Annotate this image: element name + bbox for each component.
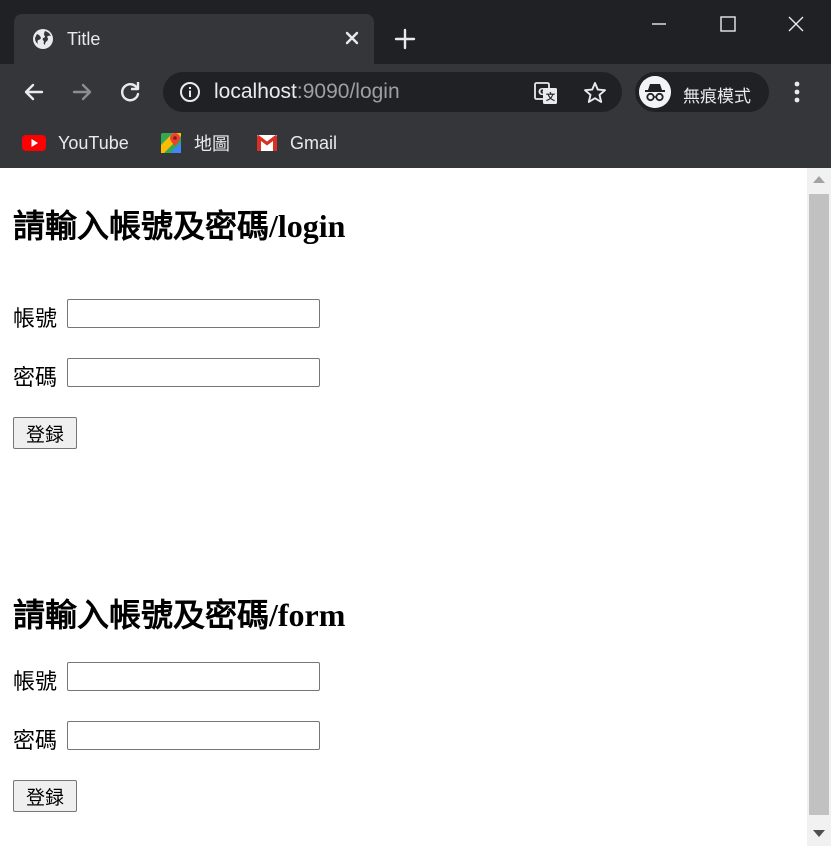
- title-bar: Title: [0, 0, 831, 64]
- scrollbar-thumb[interactable]: [809, 194, 829, 815]
- globe-icon: [33, 29, 53, 49]
- login-submit-button[interactable]: 登録: [13, 417, 77, 449]
- bookmarks-bar: YouTube 地圖 Gmail: [0, 120, 831, 168]
- incognito-label: 無痕模式: [683, 87, 751, 106]
- form-form-heading: 請輸入帳號及密碼/form: [13, 597, 346, 633]
- bookmark-gmail[interactable]: Gmail: [256, 130, 337, 156]
- svg-text:G: G: [538, 87, 546, 98]
- more-menu-icon[interactable]: [785, 78, 809, 106]
- login-form-heading: 請輸入帳號及密碼/login: [13, 208, 346, 244]
- youtube-icon: [22, 135, 46, 151]
- forward-arrow-icon[interactable]: [68, 78, 96, 106]
- scroll-down-arrow-icon[interactable]: [813, 830, 825, 837]
- browser-toolbar: localhost:9090/login G 文 無痕模式: [0, 64, 831, 120]
- password-label: 密碼: [13, 365, 58, 390]
- account-label: 帳號: [13, 306, 58, 331]
- bookmark-youtube[interactable]: YouTube: [22, 130, 129, 156]
- tab-active[interactable]: Title: [14, 14, 374, 64]
- form-account-input[interactable]: [67, 662, 320, 691]
- translate-icon[interactable]: G 文: [533, 80, 559, 106]
- form-password-input[interactable]: [67, 721, 320, 750]
- incognito-profile-button[interactable]: 無痕模式: [635, 72, 769, 112]
- page-viewport: 請輸入帳號及密碼/login 帳號 密碼 登録 請輸入帳號及密碼/form 帳號…: [0, 168, 807, 846]
- svg-text:文: 文: [545, 91, 556, 103]
- scroll-up-arrow-icon[interactable]: [813, 176, 825, 183]
- back-arrow-icon[interactable]: [20, 78, 48, 106]
- bookmark-star-icon[interactable]: [582, 80, 608, 106]
- bookmark-label: Gmail: [290, 132, 338, 153]
- info-icon[interactable]: [179, 81, 201, 103]
- minimize-window-icon[interactable]: [645, 10, 673, 38]
- maps-icon: [161, 133, 181, 153]
- tab-title: Title: [67, 29, 101, 49]
- url-path: :9090/login: [296, 80, 400, 103]
- close-window-icon[interactable]: [782, 10, 810, 38]
- account-label: 帳號: [13, 669, 58, 694]
- bookmark-maps[interactable]: 地圖: [160, 130, 230, 156]
- password-label: 密碼: [13, 728, 58, 753]
- bookmark-label: 地圖: [194, 134, 230, 154]
- vertical-scrollbar[interactable]: [807, 168, 831, 846]
- reload-icon[interactable]: [116, 78, 144, 106]
- bookmark-label: YouTube: [58, 132, 129, 153]
- gmail-icon: [257, 135, 277, 151]
- maximize-window-icon[interactable]: [714, 10, 742, 38]
- incognito-icon: [639, 76, 671, 108]
- url-host: localhost: [214, 80, 297, 103]
- close-tab-icon[interactable]: [340, 26, 364, 50]
- login-account-input[interactable]: [67, 299, 320, 328]
- form-submit-button[interactable]: 登録: [13, 780, 77, 812]
- address-bar[interactable]: localhost:9090/login G 文: [163, 72, 622, 112]
- login-password-input[interactable]: [67, 358, 320, 387]
- url-text[interactable]: localhost:9090/login: [214, 80, 400, 104]
- new-tab-plus-icon[interactable]: [392, 26, 418, 52]
